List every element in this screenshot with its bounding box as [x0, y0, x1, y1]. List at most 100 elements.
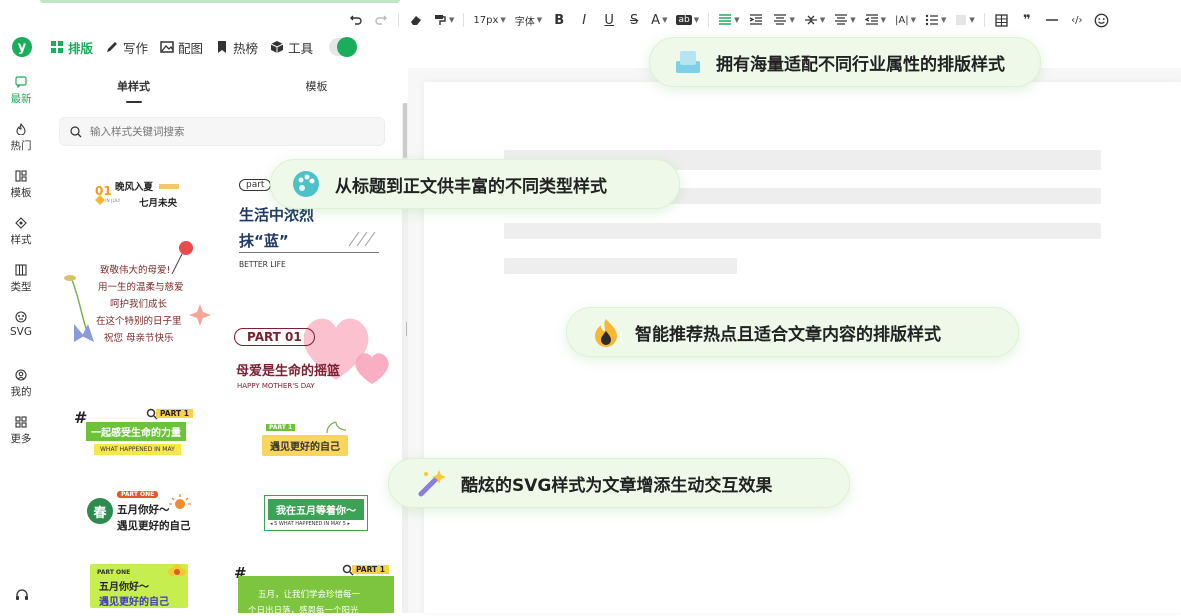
tab-images[interactable]: 配图	[160, 37, 203, 57]
tab-trending[interactable]: 热榜	[215, 37, 258, 57]
style-sub: HAPPY MOTHER'S DAY	[237, 382, 315, 390]
panel-subtabs: 单样式 模板	[42, 68, 408, 104]
user-icon	[15, 369, 27, 381]
scroll-thumb[interactable]	[403, 103, 407, 158]
style-title: 我在五月等着你～	[268, 499, 364, 520]
style-tiny: IN JULY	[105, 199, 121, 204]
format-painter-icon[interactable]: ▼	[433, 10, 454, 30]
border-icon[interactable]: ▼	[955, 10, 975, 30]
highlight-button[interactable]: ab ▼	[676, 10, 699, 30]
tab-label: 配图	[178, 40, 204, 56]
style-tag: PART ONE	[97, 569, 131, 576]
app-logo: y	[12, 37, 32, 57]
style-card-may-cherish[interactable]: # PART 1 五月，让我们学会珍惜每一 个日出日落，感恩每一个阳光	[232, 564, 397, 616]
font-size-select[interactable]: 17px ▼	[473, 10, 505, 30]
redo-icon[interactable]	[373, 10, 389, 30]
style-card-mothers-day-poem[interactable]: 致敬伟大的母爱! 用一生的温柔与慈爱 呵护我们成长 在这个特别的日子里 祝您 母…	[62, 240, 212, 350]
font-size-value: 17px	[473, 14, 499, 26]
rail-item-mine[interactable]: 我的	[0, 369, 42, 399]
feature-callout-title-to-body: 从标题到正文供丰富的不同类型样式	[270, 159, 680, 209]
poem-line3: 呵护我们成长	[110, 299, 168, 310]
tab-layout[interactable]: 排版	[50, 37, 93, 57]
search-icon	[70, 125, 82, 137]
style-title: 母爱是生命的摇篮	[236, 364, 341, 379]
feature-toggle[interactable]	[329, 37, 358, 57]
tab-write[interactable]: 写作	[105, 37, 148, 57]
style-line2: 遇见更好的自己	[99, 597, 169, 608]
style-panel: 单样式 模板 01 晚风入夏 IN JULY 七月未央 part 生活中浓烈 抹…	[42, 68, 408, 616]
tab-tools[interactable]: 工具	[270, 37, 313, 57]
spring-badge: 春	[87, 498, 113, 524]
style-card-hello-may[interactable]: 春 PART ONE 五月你好～ 遇见更好的自己	[87, 488, 207, 536]
divider-icon[interactable]	[1044, 10, 1060, 30]
rail-label: SVG	[10, 326, 32, 338]
strikethrough-button[interactable]: S	[626, 10, 642, 30]
subtab-single-style[interactable]: 单样式	[42, 68, 225, 104]
table-icon[interactable]	[994, 10, 1010, 30]
emoji-icon[interactable]	[1094, 10, 1110, 30]
rail-label: 类型	[10, 281, 32, 293]
subtab-template[interactable]: 模板	[225, 68, 408, 104]
italic-button[interactable]: I	[576, 10, 592, 30]
search-input[interactable]	[90, 125, 350, 138]
toggle-knob	[337, 37, 358, 57]
outdent-icon[interactable]: ▼	[864, 10, 886, 30]
style-card-evening-summer[interactable]: 01 晚风入夏 IN JULY 七月未央	[87, 176, 197, 216]
code-icon[interactable]: ‹/›	[1069, 10, 1085, 30]
undo-icon[interactable]	[348, 10, 364, 30]
paragraph-spacing-icon[interactable]: ▼	[773, 10, 795, 30]
grid-icon	[51, 41, 63, 53]
callout-text: 从标题到正文供丰富的不同类型样式	[335, 176, 607, 197]
rail-item-hot[interactable]: 热门	[0, 123, 42, 153]
letter-spacing-button[interactable]: |A| ▼	[895, 10, 916, 30]
eraser-icon[interactable]	[408, 10, 424, 30]
rail-item-styles[interactable]: 样式	[0, 217, 42, 247]
slash-decoration	[348, 231, 376, 247]
style-card-power-of-life[interactable]: # PART 1 一起感受生命的力量 WHAT HAPPENED IN MAY	[74, 408, 199, 468]
format-toolbar: ▼ 17px ▼ 字体 ▼ B I U S A ▼ ab ▼ ▼ ▼ ▼ ▼ ▼ |A|…	[348, 9, 1110, 31]
tab-label: 排版	[68, 40, 94, 56]
rail-label: 更多	[10, 433, 32, 445]
left-rail: 最新 热门 模板 样式 类型 SVG 我的 更多	[0, 68, 42, 613]
toolbar-divider	[398, 13, 399, 27]
font-family-select[interactable]: 字体 ▼	[515, 10, 542, 30]
rail-item-more[interactable]: 更多	[0, 416, 42, 446]
quote-icon[interactable]: ❞	[1019, 10, 1035, 30]
style-number: 01	[95, 184, 112, 198]
style-line2: 抹“蓝”	[239, 232, 289, 250]
underline-button[interactable]: U	[601, 10, 617, 30]
image-icon	[160, 41, 174, 53]
style-card-mothers-love[interactable]: PART 01 母爱是生命的摇篮 HAPPY MOTHER'S DAY	[232, 300, 392, 396]
feature-callout-massive-styles: 拥有海量适配不同行业属性的排版样式	[649, 37, 1041, 87]
list-icon[interactable]: ▼	[925, 10, 946, 30]
font-color-label: A	[651, 12, 661, 28]
headset-icon[interactable]	[15, 588, 29, 602]
fire-icon	[591, 317, 621, 347]
style-card-better-self[interactable]: PART 1 遇见更好的自己	[262, 420, 362, 465]
style-card-waiting-in-may[interactable]: 我在五月等着你～ ◂ 5 WHAT HAPPENED IN MAY 5 ▸	[264, 495, 368, 535]
style-line2: 七月未央	[139, 198, 178, 209]
tab-label: 热榜	[233, 40, 259, 56]
style-line1: 五月你好～	[99, 582, 149, 593]
rail-item-types[interactable]: 类型	[0, 264, 42, 294]
font-family-value: 字体	[514, 16, 535, 28]
feature-callout-smart-recommend: 智能推荐热点且适合文章内容的排版样式	[566, 307, 1019, 357]
indent-icon[interactable]	[748, 10, 764, 30]
rail-item-svg[interactable]: SVG	[0, 311, 42, 338]
style-line1: 五月你好～	[117, 504, 170, 516]
style-card-hello-may-green[interactable]: PART ONE 五月你好～ 遇见更好的自己	[87, 560, 197, 610]
font-color-button[interactable]: A ▼	[651, 10, 667, 30]
style-tag: part	[239, 179, 272, 191]
vertical-align-icon[interactable]: ▼	[804, 10, 825, 30]
rail-item-templates[interactable]: 模板	[0, 170, 42, 200]
rail-item-latest[interactable]: 最新	[0, 76, 42, 106]
line-height-icon[interactable]: ▼	[834, 10, 856, 30]
style-tag: PART 1	[266, 424, 296, 431]
bold-button[interactable]: B	[551, 10, 567, 30]
style-tag: PART 1	[156, 409, 193, 418]
style-tag: PART 01	[234, 328, 315, 346]
letter-spacing-label: |A|	[895, 14, 909, 26]
align-left-icon[interactable]: ▼	[718, 10, 739, 30]
svg-icon	[15, 311, 27, 323]
flame-icon	[16, 123, 26, 135]
